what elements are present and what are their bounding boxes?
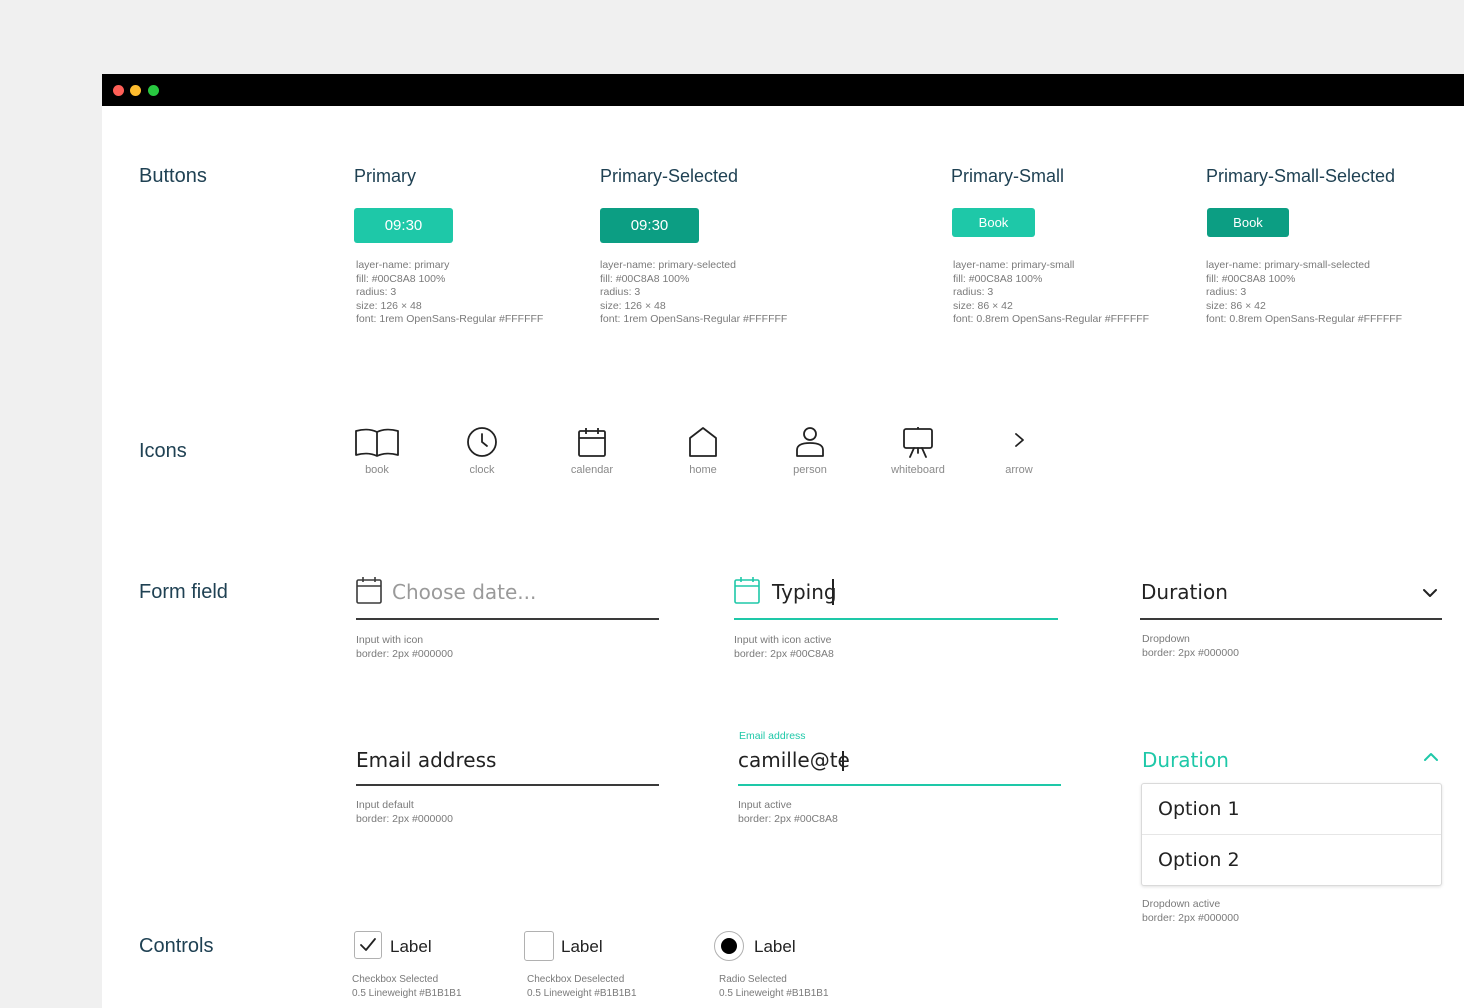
whiteboard-icon	[903, 427, 933, 458]
icon-cell-person: person	[780, 426, 840, 482]
icon-label: clock	[469, 464, 495, 476]
person-icon	[796, 427, 824, 457]
date-input-placeholder: Choose date...	[392, 580, 537, 604]
close-window-button[interactable]	[113, 85, 124, 96]
section-title-controls: Controls	[139, 935, 214, 957]
icon-cell-home: home	[673, 426, 733, 482]
text-cursor	[832, 579, 834, 605]
spec-text: layer-name: primary fill: #00C8A8 100% r…	[356, 259, 544, 325]
dropdown-value: Duration	[1141, 580, 1228, 604]
chevron-up-icon[interactable]	[1423, 752, 1439, 762]
book-icon	[355, 428, 399, 457]
icon-label: whiteboard	[891, 464, 945, 476]
spec-text: Input active border: 2px #00C8A8	[738, 799, 838, 825]
spec-text: layer-name: primary-small-selected fill:…	[1206, 259, 1403, 325]
icon-label: home	[689, 464, 717, 476]
arrow-icon	[1015, 433, 1024, 447]
icon-cell-whiteboard: whiteboard	[888, 426, 948, 482]
dropdown-options-panel: Option 1 Option 2	[1141, 783, 1442, 886]
primary-button[interactable]: 09:30	[354, 208, 453, 243]
dropdown-value: Duration	[1142, 748, 1229, 772]
typing-input-value: Typing	[772, 580, 837, 604]
spec-text: Input default border: 2px #000000	[356, 799, 453, 825]
icon-cell-arrow: arrow	[989, 426, 1049, 482]
checkbox-label: Label	[390, 937, 432, 956]
radio-button[interactable]	[714, 931, 744, 961]
radio-dot	[721, 938, 737, 954]
button-variant-primary: Primary 09:30 layer-name: primary fill: …	[354, 166, 543, 325]
spec-text: Input with icon active border: 2px #00C8…	[734, 634, 834, 660]
spec-text: Radio Selected 0.5 Lineweight #B1B1B1	[719, 974, 829, 999]
checkbox-box[interactable]	[524, 931, 554, 961]
spec-text: layer-name: primary-selected fill: #00C8…	[600, 259, 788, 325]
calendar-icon	[356, 577, 382, 604]
radio-label: Label	[754, 937, 796, 956]
icon-cell-calendar: calendar	[562, 426, 622, 482]
button-variant-primary-selected: Primary-Selected 09:30 layer-name: prima…	[600, 166, 787, 325]
section-title-icons: Icons	[139, 440, 187, 462]
email-floating-label: Email address	[739, 730, 806, 742]
spec-text: layer-name: primary-small fill: #00C8A8 …	[953, 259, 1150, 325]
spec-text: Dropdown active border: 2px #000000	[1142, 898, 1239, 924]
spec-text: Checkbox Selected 0.5 Lineweight #B1B1B1	[352, 974, 462, 999]
icon-label: calendar	[570, 464, 614, 476]
button-variant-primary-small: Primary-Small Book layer-name: primary-s…	[951, 166, 1149, 325]
primary-selected-button[interactable]: 09:30	[600, 208, 699, 243]
spec-text: Checkbox Deselected 0.5 Lineweight #B1B1…	[527, 974, 637, 999]
section-title-buttons: Buttons	[139, 165, 207, 187]
dropdown-option[interactable]: Option 1	[1142, 784, 1441, 834]
variant-title: Primary-Selected	[600, 166, 739, 186]
email-input-placeholder: Email address	[356, 748, 497, 772]
checkbox-label: Label	[561, 937, 603, 956]
chevron-down-icon[interactable]	[1422, 588, 1438, 598]
icon-cell-book: book	[347, 426, 407, 482]
maximize-window-button[interactable]	[148, 85, 159, 96]
variant-title: Primary	[354, 166, 416, 186]
dropdown-underline	[1140, 618, 1442, 620]
icon-cell-clock: clock	[452, 426, 512, 482]
icon-label: arrow	[1005, 464, 1033, 476]
icon-label: book	[365, 464, 389, 476]
checkmark-icon	[360, 938, 376, 951]
calendar-icon	[734, 577, 760, 604]
spec-text: Dropdown border: 2px #000000	[1142, 633, 1239, 659]
checkbox-box[interactable]	[354, 931, 382, 959]
calendar-icon	[578, 428, 606, 457]
input-underline	[738, 784, 1061, 786]
variant-title: Primary-Small-Selected	[1206, 166, 1396, 186]
minimize-window-button[interactable]	[130, 85, 141, 96]
clock-icon	[467, 427, 497, 457]
icon-label: person	[793, 464, 827, 476]
home-icon	[689, 427, 717, 457]
primary-small-button[interactable]: Book	[952, 208, 1035, 237]
text-cursor	[842, 751, 844, 771]
dropdown-option[interactable]: Option 2	[1142, 834, 1441, 885]
input-underline	[356, 618, 659, 620]
input-underline	[356, 784, 659, 786]
section-title-form-field: Form field	[139, 581, 228, 603]
email-input-value: camille@te	[738, 748, 850, 772]
primary-small-selected-button[interactable]: Book	[1207, 208, 1289, 237]
variant-title: Primary-Small	[951, 166, 1065, 186]
app-window: Buttons Icons Form field Controls Primar…	[102, 74, 1464, 1008]
spec-text: Input with icon border: 2px #000000	[356, 634, 453, 660]
input-underline	[734, 618, 1058, 620]
title-bar	[102, 74, 1464, 106]
button-variant-primary-small-selected: Primary-Small-Selected Book layer-name: …	[1206, 166, 1402, 325]
